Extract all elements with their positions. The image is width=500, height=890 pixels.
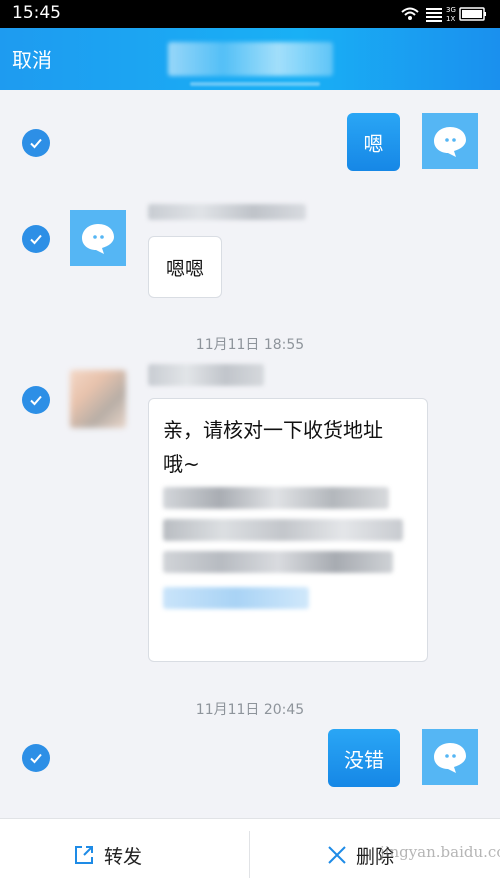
select-checkbox[interactable] (22, 225, 50, 253)
message-bubble-outgoing[interactable]: 没错 (328, 729, 400, 787)
forward-button[interactable]: 转发 (72, 841, 142, 869)
close-icon (328, 846, 346, 864)
watermark: jingyan.baidu.com (380, 843, 500, 861)
signal-icon (426, 8, 442, 22)
message-text-line1: 亲，请核对一下收货地址 (163, 418, 383, 442)
message-bubble-outgoing[interactable]: 嗯 (347, 113, 400, 171)
status-icons: 3G 1X (401, 6, 486, 23)
chat-bot-avatar-icon (82, 224, 114, 254)
select-checkbox[interactable] (22, 129, 50, 157)
chat-bot-avatar-icon (434, 743, 466, 773)
address-blurred (163, 519, 403, 541)
share-icon (75, 846, 93, 864)
signal-label: 1X (446, 15, 455, 23)
phone-blurred (163, 551, 393, 573)
avatar[interactable] (422, 729, 478, 785)
status-time: 15:45 (12, 3, 61, 23)
message-timestamp: 11月11日 18:55 (195, 337, 305, 353)
cancel-button[interactable]: 取消 (12, 44, 52, 73)
network-label: 3G (446, 6, 456, 14)
header-underline (190, 82, 320, 86)
avatar[interactable] (70, 210, 126, 266)
message-bubble-incoming[interactable]: 嗯嗯 (148, 236, 222, 298)
sender-name-blurred (148, 364, 264, 386)
chat-title-blurred (168, 42, 333, 76)
forward-label: 转发 (104, 845, 143, 868)
sender-name-blurred (148, 204, 306, 220)
check-icon (30, 138, 42, 149)
divider (249, 831, 250, 878)
select-checkbox[interactable] (22, 744, 50, 772)
message-bubble-incoming[interactable]: 亲，请核对一下收货地址 哦~ (148, 398, 428, 662)
message-timestamp: 11月11日 20:45 (195, 702, 305, 718)
select-checkbox[interactable] (22, 386, 50, 414)
check-icon (30, 234, 42, 245)
avatar[interactable] (422, 113, 478, 169)
chat-header: 取消 (0, 28, 500, 90)
address-blurred (163, 487, 389, 509)
message-text: 嗯 (363, 131, 384, 156)
message-text-line2: 哦~ (163, 452, 200, 476)
link-blurred (163, 587, 309, 609)
status-bar: 15:45 3G 1X (0, 0, 500, 28)
message-text: 没错 (344, 747, 384, 772)
battery-icon (459, 7, 486, 21)
chat-bot-avatar-icon (434, 127, 466, 157)
wifi-icon (401, 7, 419, 20)
message-text: 嗯嗯 (165, 257, 204, 280)
check-icon (30, 395, 42, 406)
check-icon (30, 753, 42, 764)
avatar-blurred[interactable] (70, 370, 126, 428)
